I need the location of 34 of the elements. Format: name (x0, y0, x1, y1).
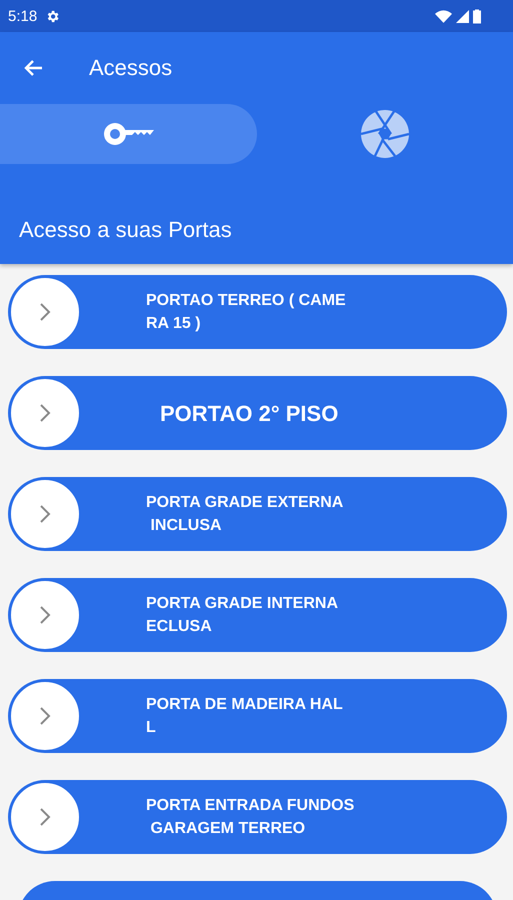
door-button[interactable]: PORTAO TERREO ( CAME RA 15 ) (8, 275, 507, 349)
chevron-knob[interactable] (10, 378, 80, 448)
tab[interactable] (0, 104, 257, 164)
door-label: PORTAO 2° PISO (160, 402, 338, 424)
signal-icon (456, 10, 469, 22)
chevron-right-icon (39, 605, 51, 625)
chevron-knob[interactable] (10, 277, 80, 347)
door-button[interactable]: PORTA GRADE INTERNA ECLUSA (8, 578, 507, 652)
door-label: PORTAO TERREO ( CAME RA 15 ) (146, 291, 346, 334)
status-time: 5:18 (8, 8, 38, 24)
chevron-knob[interactable] (10, 580, 80, 650)
door-button[interactable]: PORTAO 2° PISO (8, 376, 507, 450)
chevron-right-icon (39, 504, 51, 524)
key-icon (102, 120, 156, 148)
battery-icon (473, 8, 481, 24)
chevron-knob[interactable] (10, 681, 80, 751)
door-label: PORTA GRADE EXTERNA INCLUSA (146, 493, 344, 536)
chevron-knob[interactable] (10, 479, 80, 549)
door-label: PORTA ENTRADA FUNDOS GARAGEM TERREO (146, 796, 354, 839)
chevron-right-icon (39, 706, 51, 726)
door-button[interactable]: PORTA DE MADEIRA HAL L (8, 679, 507, 753)
door-button[interactable]: PORTA ENTRADA FUNDOS GARAGEM TERREO (8, 780, 507, 854)
door-button[interactable]: PORTA GRADE EXTERNA INCLUSA (8, 477, 507, 551)
section-title: Acesso a suas Portas (19, 217, 233, 243)
door-label: PORTA DE MADEIRA HAL L (146, 695, 343, 738)
chevron-right-icon (39, 302, 51, 322)
chevron-knob[interactable] (10, 782, 80, 852)
camera-aperture-icon (361, 110, 409, 158)
door-label: PORTA GRADE INTERNA ECLUSA (146, 594, 338, 637)
chevron-right-icon (39, 807, 51, 827)
chevron-right-icon (39, 403, 51, 423)
app-bar-title: Acessos (89, 55, 172, 81)
settings-icon (45, 8, 60, 24)
wifi-icon (435, 10, 452, 22)
